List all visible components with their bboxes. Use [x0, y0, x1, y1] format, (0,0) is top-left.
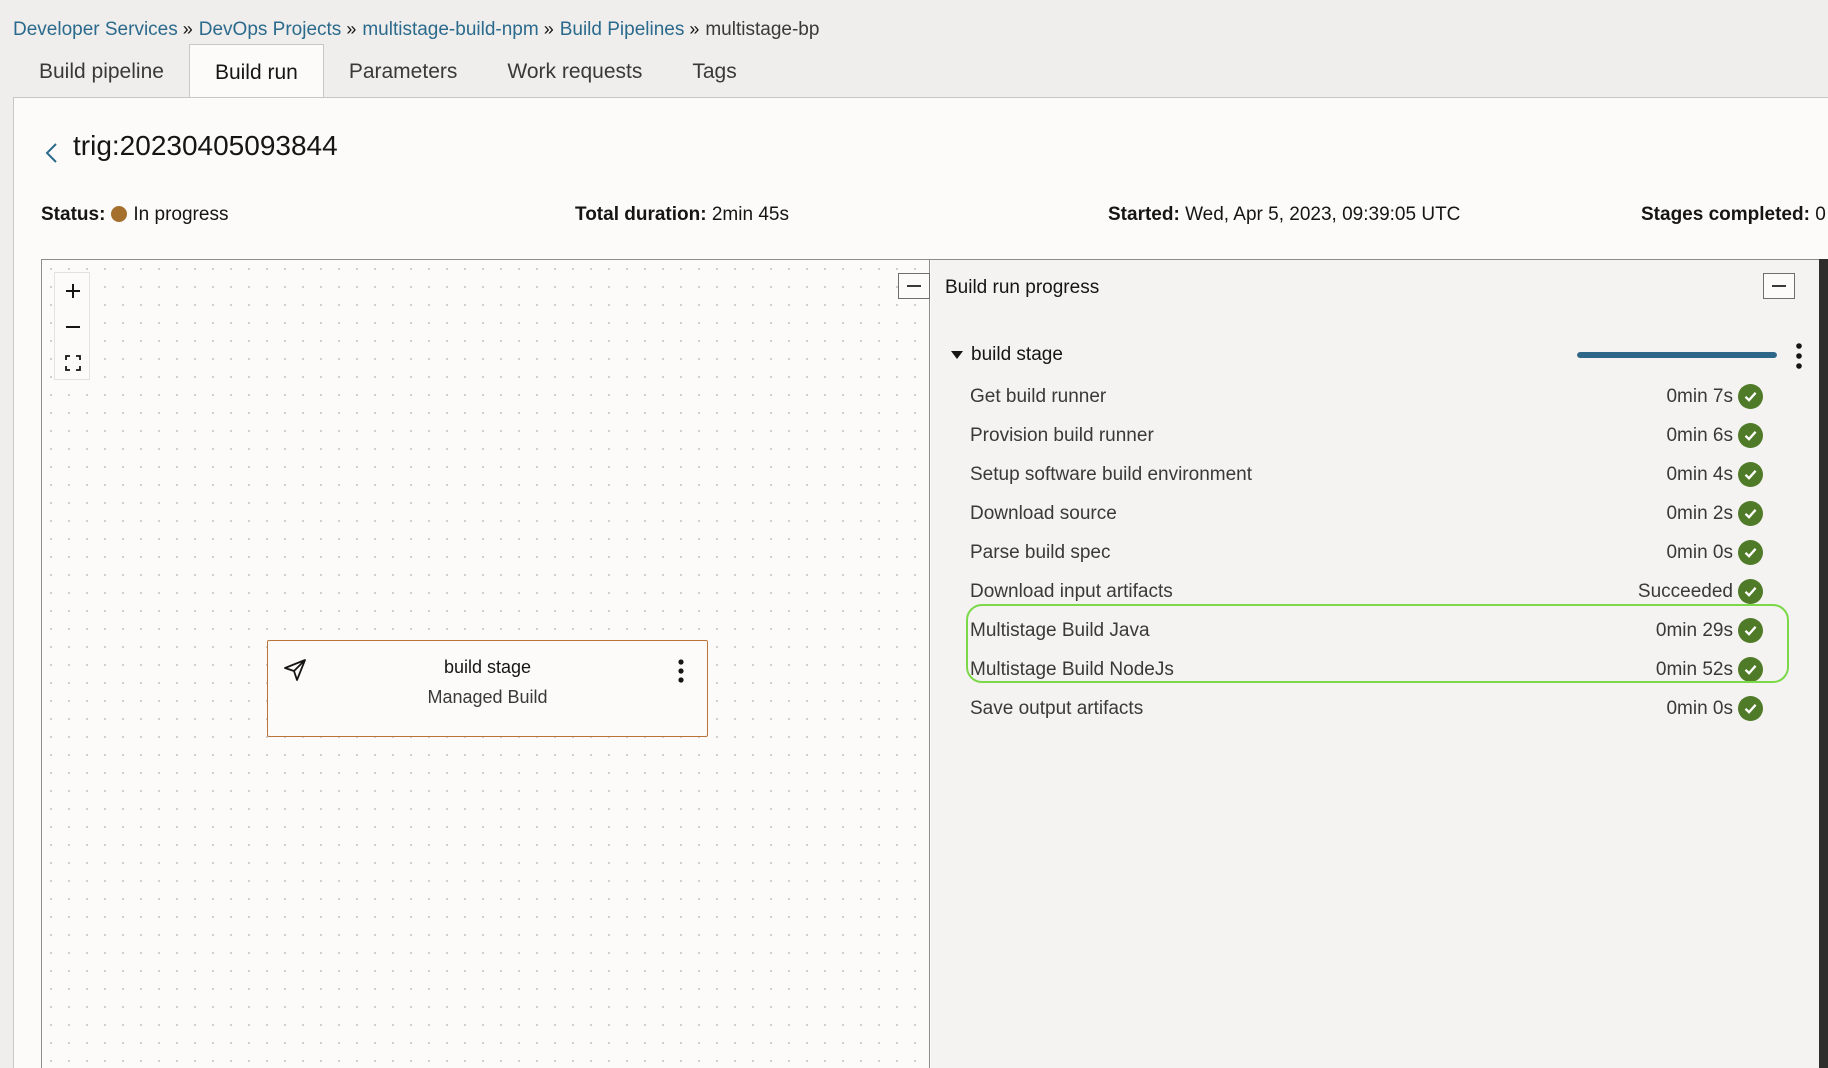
- step-label: Parse build spec: [970, 542, 1111, 563]
- page-title: trig:20230405093844: [73, 130, 338, 161]
- step-label: Setup software build environment: [970, 464, 1252, 485]
- step-label: Download input artifacts: [970, 581, 1173, 602]
- breadcrumb: Developer Services» DevOps Projects» multi…: [13, 19, 819, 41]
- progress-panel-title: Build run progress: [945, 277, 1100, 298]
- stage-node-type: Managed Build: [427, 687, 548, 707]
- fit-to-screen-button[interactable]: [55, 345, 91, 381]
- step-duration: 0min 0s: [1666, 542, 1733, 563]
- step-label: Save output artifacts: [970, 698, 1144, 719]
- step-duration: 0min 2s: [1666, 503, 1733, 524]
- step-duration: 0min 6s: [1666, 425, 1733, 446]
- stage-group-name: build stage: [971, 344, 1063, 365]
- chevron-left-icon[interactable]: [42, 141, 62, 165]
- check-circle-icon: [1738, 696, 1763, 721]
- started-label: Started:: [1108, 204, 1180, 225]
- minus-icon: [66, 326, 80, 328]
- tab-parameters[interactable]: Parameters: [324, 44, 483, 98]
- stage-more-options-icon[interactable]: [1794, 341, 1804, 371]
- breadcrumb-separator: »: [182, 19, 193, 39]
- step-list: Get build runner 0min 7s Provision build r…: [931, 378, 1828, 729]
- step-label: Multistage Build NodeJs: [970, 659, 1174, 680]
- tab-work-requests[interactable]: Work requests: [482, 44, 667, 98]
- tab-bar: Build pipeline Build run Parameters Work…: [14, 44, 762, 99]
- stage-progress-bar: [1577, 352, 1777, 358]
- stages-completed-field: Stages completed: 0: [1641, 204, 1826, 226]
- status-field: Status: In progress: [41, 204, 228, 226]
- step-row: Setup software build environment 0min 4s: [931, 456, 1828, 495]
- zoom-controls: [54, 272, 90, 380]
- stage-progress-fill: [1577, 352, 1777, 358]
- pipeline-canvas[interactable]: build stage Managed Build: [42, 260, 930, 1068]
- stages-completed-label: Stages completed:: [1641, 204, 1810, 225]
- minimize-icon: [1772, 285, 1786, 287]
- tab-build-pipeline[interactable]: Build pipeline: [14, 44, 189, 98]
- step-label: Provision build runner: [970, 425, 1154, 446]
- step-row: Parse build spec 0min 0s: [931, 534, 1828, 573]
- step-row: Save output artifacts 0min 0s: [931, 690, 1828, 729]
- started-field: Started: Wed, Apr 5, 2023, 09:39:05 UTC: [1108, 204, 1460, 226]
- zoom-out-button[interactable]: [55, 309, 91, 345]
- step-duration: Succeeded: [1637, 581, 1733, 602]
- stages-completed-value: 0: [1815, 204, 1826, 225]
- progress-collapse-button[interactable]: [1763, 273, 1795, 299]
- tab-tags[interactable]: Tags: [667, 44, 761, 98]
- step-row: Get build runner 0min 7s: [931, 378, 1828, 417]
- build-run-content: trig:20230405093844 Status: In progress T…: [13, 97, 1828, 1068]
- tab-build-run[interactable]: Build run: [188, 44, 324, 99]
- check-circle-icon: [1738, 540, 1763, 565]
- breadcrumb-devops-projects[interactable]: DevOps Projects: [199, 19, 342, 40]
- step-label: Multistage Build Java: [970, 620, 1150, 641]
- breadcrumb-current: multistage-bp: [705, 19, 820, 40]
- minimize-icon: [907, 285, 921, 287]
- build-run-progress-panel: Build run progress build stage Get build…: [931, 260, 1828, 1068]
- plus-icon: [66, 284, 80, 298]
- step-duration: 0min 29s: [1655, 620, 1733, 641]
- step-duration: 0min 0s: [1666, 698, 1733, 719]
- step-row: Multistage Build Java 0min 29s: [931, 612, 1828, 651]
- breadcrumb-build-pipelines[interactable]: Build Pipelines: [560, 19, 685, 40]
- check-circle-icon: [1738, 462, 1763, 487]
- step-duration: 0min 7s: [1666, 386, 1733, 407]
- step-row: Multistage Build NodeJs 0min 52s: [931, 651, 1828, 690]
- step-row: Download input artifacts Succeeded: [931, 573, 1828, 612]
- breadcrumb-separator: »: [346, 19, 357, 39]
- breadcrumb-project[interactable]: multistage-build-npm: [362, 19, 538, 40]
- build-run-panels: build stage Managed Build Build run prog…: [41, 259, 1828, 1068]
- duration-field: Total duration: 2min 45s: [575, 204, 789, 226]
- step-label: Get build runner: [970, 386, 1107, 407]
- window-edge: [1819, 259, 1828, 1068]
- stage-node-name: build stage: [443, 657, 532, 677]
- stage-node-build-stage[interactable]: build stage Managed Build: [267, 640, 708, 737]
- more-options-icon[interactable]: [676, 657, 686, 685]
- status-value: In progress: [133, 204, 229, 225]
- step-label: Download source: [970, 503, 1117, 524]
- caret-down-icon: [951, 351, 963, 359]
- step-row: Provision build runner 0min 6s: [931, 417, 1828, 456]
- step-duration: 0min 52s: [1655, 659, 1733, 680]
- check-circle-icon: [1738, 579, 1763, 604]
- duration-value: 2min 45s: [711, 204, 789, 225]
- status-label: Status:: [41, 204, 106, 225]
- started-value: Wed, Apr 5, 2023, 09:39:05 UTC: [1185, 204, 1461, 225]
- stage-group-toggle[interactable]: build stage: [951, 344, 1063, 366]
- canvas-collapse-button[interactable]: [898, 273, 930, 299]
- step-duration: 0min 4s: [1666, 464, 1733, 485]
- breadcrumb-developer-services[interactable]: Developer Services: [13, 19, 178, 40]
- zoom-in-button[interactable]: [55, 273, 91, 309]
- check-circle-icon: [1738, 384, 1763, 409]
- duration-label: Total duration:: [575, 204, 707, 225]
- check-circle-icon: [1738, 657, 1763, 682]
- step-row: Download source 0min 2s: [931, 495, 1828, 534]
- breadcrumb-separator: »: [689, 19, 700, 39]
- check-circle-icon: [1738, 423, 1763, 448]
- status-dot-icon: [111, 206, 128, 222]
- check-circle-icon: [1738, 618, 1763, 643]
- breadcrumb-separator: »: [543, 19, 554, 39]
- check-circle-icon: [1738, 501, 1763, 526]
- expand-icon: [65, 355, 81, 371]
